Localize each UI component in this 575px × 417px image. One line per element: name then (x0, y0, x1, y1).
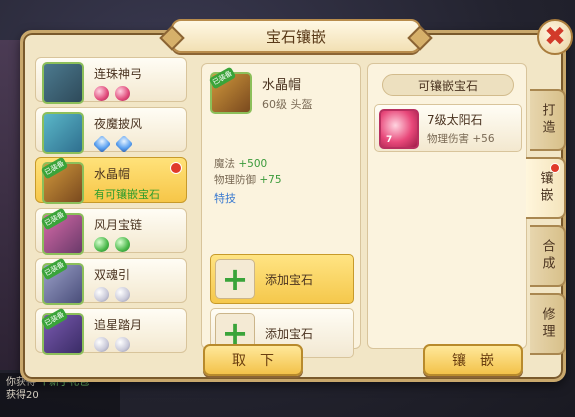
notification-dot (550, 163, 560, 173)
equipped-badge: 已装备 (40, 156, 69, 180)
gem-inlay-panel: 宝石镶嵌 ✖ 连珠神弓 夜魔披风 已装备 水晶帽 有可镶嵌宝石 已装备 风月宝链 已装备 双魂引… (20, 19, 573, 382)
equipment-icon (42, 112, 84, 155)
tab-inlay[interactable]: 镶嵌 (526, 157, 566, 219)
gem-icon (115, 286, 130, 302)
gem-icon (115, 236, 130, 252)
gem-sockets (94, 86, 130, 101)
special-skill-link[interactable]: 特技 (214, 190, 236, 206)
panel-title: 宝石镶嵌 (171, 19, 421, 53)
equipped-badge: 已装备 (40, 257, 69, 281)
slot-label: 添加宝石 (265, 272, 314, 287)
tab-forge[interactable]: 打造 (530, 89, 566, 151)
equipment-item[interactable]: 连珠神弓 (35, 57, 187, 104)
equipment-name: 风月宝链 (94, 217, 143, 232)
equipment-item[interactable]: 已装备 水晶帽有可镶嵌宝石 (35, 156, 187, 205)
gem-sockets (94, 236, 130, 252)
equipment-name: 水晶帽 (262, 78, 302, 93)
stat-label: 物理防御 (214, 174, 256, 186)
gem-name: 7级太阳石 (427, 113, 483, 127)
add-gem-slot-1[interactable]: + 添加宝石 (210, 254, 354, 304)
equipment-icon: 已装备 (40, 156, 84, 205)
equipment-icon: 已装备 (40, 307, 84, 355)
gem-sockets (92, 135, 134, 154)
stat-row: 魔法 +500 (214, 156, 267, 171)
gem-icon (94, 86, 109, 101)
inlay-gem-button[interactable]: 镶嵌 (423, 344, 523, 376)
equipment-name: 夜魔披风 (94, 117, 143, 132)
sun-stone-icon: 7 (379, 109, 419, 149)
tab-compose[interactable]: 合成 (530, 225, 566, 287)
equipment-name: 水晶帽 (94, 167, 131, 182)
equipment-name: 双魂引 (94, 267, 131, 282)
gem-attr-value: +56 (472, 133, 495, 145)
equipment-item[interactable]: 夜魔披风 (35, 107, 187, 155)
remove-gem-button[interactable]: 取下 (203, 344, 303, 376)
plus-icon: + (215, 259, 255, 299)
available-gems-header: 可镶嵌宝石 (382, 74, 514, 96)
equipment-name: 追星踏月 (94, 317, 143, 332)
available-gems-panel: 可镶嵌宝石 7 7级太阳石 物理伤害 +56 (367, 63, 527, 349)
tab-label: 修理 (539, 307, 555, 341)
slot-label: 添加宝石 (265, 326, 314, 341)
gem-option[interactable]: 7 7级太阳石 物理伤害 +56 (374, 104, 522, 152)
gem-level-badge: 7 (386, 135, 393, 145)
equipped-badge: 已装备 (40, 207, 69, 230)
tab-label: 打造 (539, 103, 555, 137)
gem-icon (94, 236, 109, 252)
gem-attribute: 物理伤害 +56 (427, 131, 495, 146)
gem-attr-label: 物理伤害 (427, 133, 469, 145)
side-tabs: 打造 镶嵌 合成 修理 (526, 89, 566, 355)
notification-dot (170, 162, 182, 175)
equipped-badge: 已装备 (40, 307, 69, 331)
equipped-badge: 已装备 (208, 66, 237, 90)
tab-label: 合成 (539, 239, 555, 273)
gem-icon (94, 286, 109, 302)
equipment-detail: 已装备 水晶帽 60级 头盔 魔法 +500 物理防御 +75 特技 + 添加宝… (201, 63, 361, 358)
equipment-thumb-icon: 已装备 (208, 66, 252, 114)
equipment-item[interactable]: 已装备 追星踏月 (35, 307, 187, 355)
gem-icon (94, 336, 109, 352)
stat-row: 物理防御 +75 (214, 172, 282, 187)
tab-label: 镶嵌 (537, 171, 553, 205)
gem-icon (115, 336, 130, 352)
stat-label: 魔法 (214, 158, 235, 170)
equipment-item[interactable]: 已装备 风月宝链 (35, 207, 187, 255)
equipment-item[interactable]: 已装备 双魂引 (35, 257, 187, 305)
equipment-icon: 已装备 (40, 257, 84, 305)
gem-icon (92, 135, 112, 154)
stat-value: +500 (238, 158, 268, 170)
gem-sockets (94, 286, 130, 302)
tab-repair[interactable]: 修理 (530, 293, 566, 355)
close-icon: ✖ (544, 22, 566, 52)
inlay-hint: 有可镶嵌宝石 (94, 188, 160, 202)
chat-line-2: 获得20 (6, 390, 39, 401)
equipment-level: 60级 头盔 (262, 98, 313, 111)
equipment-icon: 已装备 (40, 207, 84, 255)
gem-sockets (94, 336, 130, 352)
equipment-icon (42, 62, 84, 104)
gem-icon (115, 86, 130, 101)
close-button[interactable]: ✖ (537, 19, 573, 55)
stat-value: +75 (259, 174, 282, 186)
equipment-name: 连珠神弓 (94, 67, 143, 81)
equipment-list: 连珠神弓 夜魔披风 已装备 水晶帽 有可镶嵌宝石 已装备 风月宝链 已装备 双魂引 已装备 追星踏月 (35, 57, 187, 355)
gem-icon (114, 135, 134, 154)
